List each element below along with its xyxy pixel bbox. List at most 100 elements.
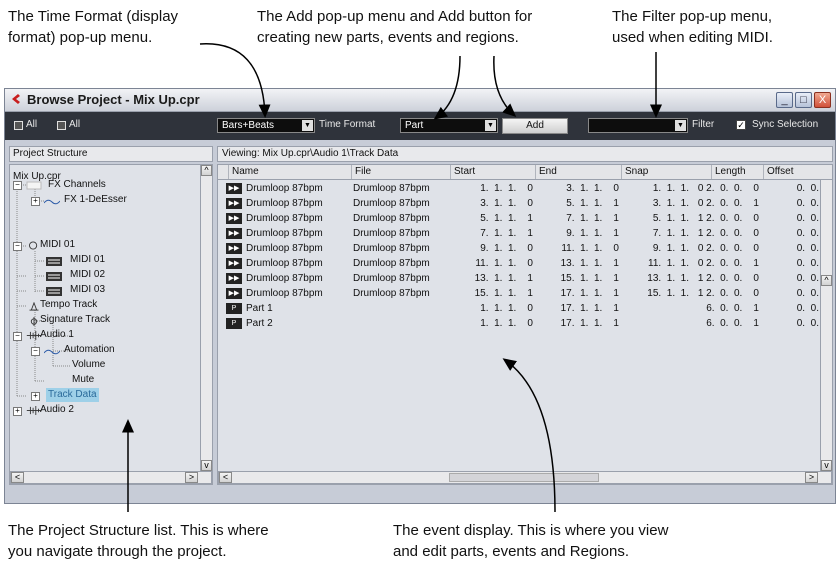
file-cell: Drumloop 87bpm xyxy=(353,213,430,224)
column-header-file[interactable]: File xyxy=(351,165,450,179)
table-row[interactable]: ▶▶ Drumloop 87bpm Drumloop 87bpm 5. 1. 1. 1… xyxy=(218,211,832,226)
table-row[interactable]: ▶▶ Drumloop 87bpm Drumloop 87bpm 9. 1. 1. 0… xyxy=(218,241,832,256)
filter-dropdown[interactable]: ▼ xyxy=(588,118,688,133)
tree-item-fx-deesser[interactable]: FX 1-DeEsser xyxy=(64,193,127,207)
title-bar[interactable]: Browse Project - Mix Up.cpr _ □ X xyxy=(5,89,835,112)
collapse-all-icon[interactable] xyxy=(57,121,66,130)
table-row[interactable]: ▶▶ Drumloop 87bpm Drumloop 87bpm 7. 1. 1. 1… xyxy=(218,226,832,241)
name-cell: Drumloop 87bpm xyxy=(246,273,323,284)
tree-item-mute[interactable]: Mute xyxy=(72,373,94,387)
offset-cell: 0. 0. xyxy=(796,288,819,299)
name-cell: Drumloop 87bpm xyxy=(246,288,323,299)
scroll-thumb[interactable] xyxy=(449,473,599,482)
scroll-down-button[interactable]: v xyxy=(201,460,212,471)
table-row[interactable]: ▶▶ Drumloop 87bpm Drumloop 87bpm 13. 1. 1. … xyxy=(218,271,832,286)
start-cell: 3. 1. 1. 0 xyxy=(480,198,533,209)
time-format-dropdown[interactable]: Bars+Beats ▼ xyxy=(217,118,315,133)
toolbar: All All Bars+Beats ▼ Time Format Part ▼ … xyxy=(5,112,835,140)
chevron-down-icon: ▼ xyxy=(302,120,313,131)
viewing-path: Viewing: Mix Up.cpr\Audio 1\Track Data xyxy=(217,146,833,162)
add-type-dropdown[interactable]: Part ▼ xyxy=(400,118,498,133)
scroll-left-button[interactable]: < xyxy=(219,472,232,483)
minimize-button[interactable]: _ xyxy=(776,92,793,108)
audio-event-icon: ▶▶ xyxy=(226,228,242,239)
scroll-up-button[interactable]: ^ xyxy=(201,165,212,176)
tree-item-tempo-track[interactable]: Tempo Track xyxy=(40,298,97,312)
event-display[interactable]: Name File Start End Snap Length Offset ▶… xyxy=(217,164,833,485)
tree-item-fx-channels[interactable]: FX Channels xyxy=(48,178,106,192)
table-row[interactable]: ▶▶ Drumloop 87bpm Drumloop 87bpm 1. 1. 1. 0… xyxy=(218,181,832,196)
tree-item-midi-01[interactable]: MIDI 01 xyxy=(40,238,75,252)
snap-cell: 11. 1. 1. xyxy=(648,258,689,269)
start-cell: 1. 1. 1. 0 xyxy=(480,318,533,329)
end-cell: 15. 1. 1. 1 xyxy=(560,273,619,284)
expand-all-icon[interactable] xyxy=(14,121,23,130)
column-header-row: Name File Start End Snap Length Offset xyxy=(218,165,832,180)
event-horizontal-scrollbar[interactable]: < > xyxy=(218,471,832,484)
add-button[interactable]: Add xyxy=(502,118,568,134)
scroll-right-button[interactable]: > xyxy=(185,472,198,483)
end-cell: 5. 1. 1. 1 xyxy=(566,198,619,209)
name-cell: Part 2 xyxy=(246,318,273,329)
start-cell: 9. 1. 1. 0 xyxy=(480,243,533,254)
snap-cell: 7. 1. 1. xyxy=(652,228,689,239)
tree-item-midi-part-03[interactable]: MIDI 03 xyxy=(70,283,105,297)
expand-icon[interactable]: + xyxy=(13,407,22,416)
tree-item-audio-1[interactable]: Audio 1 xyxy=(40,328,74,342)
scroll-left-button[interactable]: < xyxy=(11,472,24,483)
start-cell: 5. 1. 1. 1 xyxy=(480,213,533,224)
column-header-length[interactable]: Length xyxy=(711,165,763,179)
scroll-right-button[interactable]: > xyxy=(805,472,818,483)
table-row[interactable]: ▶▶ Drumloop 87bpm Drumloop 87bpm 15. 1. 1. … xyxy=(218,286,832,301)
audio-event-icon: ▶▶ xyxy=(226,198,242,209)
file-cell: Drumloop 87bpm xyxy=(353,243,430,254)
waveform-icon xyxy=(44,199,60,205)
time-format-label: Time Format xyxy=(319,119,376,130)
cubase-logo-icon xyxy=(12,94,20,104)
midi-part-icon xyxy=(46,272,62,281)
collapse-icon[interactable]: − xyxy=(13,242,22,251)
sync-selection-label[interactable]: Sync Selection xyxy=(752,119,818,130)
expand-all-label[interactable]: All xyxy=(26,119,37,130)
tree-item-automation[interactable]: Automation xyxy=(64,343,115,357)
browse-project-window: Browse Project - Mix Up.cpr _ □ X All Al… xyxy=(4,88,836,504)
tree-item-midi-part-02[interactable]: MIDI 02 xyxy=(70,268,105,282)
table-row[interactable]: P Part 2 1. 1. 1. 0 17. 1. 1. 1 6. 0. 0. 1 0.… xyxy=(218,316,832,331)
length-cell: 1 2. 0. 0. 0 xyxy=(697,213,759,224)
close-button[interactable]: X xyxy=(814,92,831,108)
chevron-down-icon: ▼ xyxy=(485,120,496,131)
tree-item-track-data[interactable]: Track Data xyxy=(46,388,99,402)
expand-icon[interactable]: + xyxy=(31,392,40,401)
scroll-down-button[interactable]: v xyxy=(821,460,832,471)
column-header-offset[interactable]: Offset xyxy=(763,165,820,179)
length-cell: 6. 0. 0. 1 xyxy=(706,303,759,314)
end-cell: 9. 1. 1. 1 xyxy=(566,228,619,239)
callout-line: The Add pop-up menu and Add button for xyxy=(257,8,533,25)
tree-item-midi-part-01[interactable]: MIDI 01 xyxy=(70,253,105,267)
start-cell: 15. 1. 1. 1 xyxy=(474,288,533,299)
column-header-end[interactable]: End xyxy=(535,165,621,179)
event-vertical-scrollbar[interactable]: ^ v xyxy=(820,180,832,472)
tree-horizontal-scrollbar[interactable]: < > xyxy=(10,471,212,484)
collapse-all-label[interactable]: All xyxy=(69,119,80,130)
table-row[interactable]: P Part 1 1. 1. 1. 0 17. 1. 1. 1 6. 0. 0. 1 0.… xyxy=(218,301,832,316)
scroll-up-button[interactable]: ^ xyxy=(821,275,832,286)
collapse-icon[interactable]: − xyxy=(13,332,22,341)
column-header-name[interactable]: Name xyxy=(228,165,351,179)
project-structure-tree[interactable]: Mix Up.cpr − FX Channels + FX 1-DeEsser … xyxy=(9,164,213,485)
tree-item-volume[interactable]: Volume xyxy=(72,358,105,372)
tree-item-signature-track[interactable]: Signature Track xyxy=(40,313,110,327)
column-header-start[interactable]: Start xyxy=(450,165,535,179)
maximize-button[interactable]: □ xyxy=(795,92,812,108)
collapse-icon[interactable]: − xyxy=(31,347,40,356)
tree-item-audio-2[interactable]: Audio 2 xyxy=(40,403,74,417)
collapse-icon[interactable]: − xyxy=(13,181,22,190)
start-cell: 11. 1. 1. 0 xyxy=(475,258,533,269)
tree-vertical-scrollbar[interactable]: ^ v xyxy=(200,165,212,472)
column-header-snap[interactable]: Snap xyxy=(621,165,711,179)
table-row[interactable]: ▶▶ Drumloop 87bpm Drumloop 87bpm 3. 1. 1. 0… xyxy=(218,196,832,211)
table-row[interactable]: ▶▶ Drumloop 87bpm Drumloop 87bpm 11. 1. 1. … xyxy=(218,256,832,271)
audio-event-icon: ▶▶ xyxy=(226,183,242,194)
sync-selection-checkbox[interactable]: ✓ xyxy=(736,120,746,130)
expand-icon[interactable]: + xyxy=(31,197,40,206)
